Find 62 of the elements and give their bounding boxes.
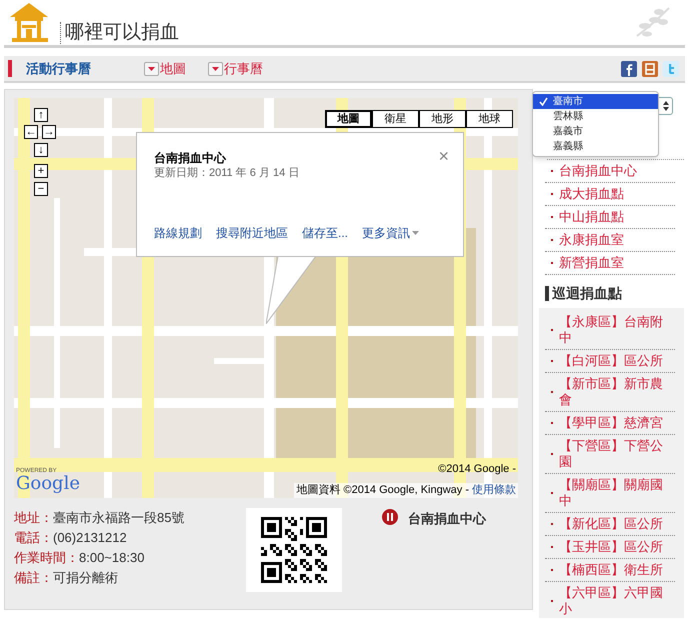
detail-line: 備註：可捐分離術 — [14, 569, 119, 587]
info-action-link[interactable]: 儲存至... — [302, 224, 348, 242]
map-type-button[interactable]: 衛星 — [372, 110, 419, 128]
site-link[interactable]: 【玉井區】區公所 — [545, 536, 675, 559]
info-action-link[interactable]: 路線規劃 — [154, 224, 202, 242]
map-pan-button[interactable]: ↑ — [34, 108, 48, 122]
place-name: 台南捐血中心 — [408, 510, 486, 528]
twitter-icon[interactable] — [663, 60, 679, 76]
map-type-button[interactable]: 地球 — [466, 110, 513, 128]
map-pan-button[interactable]: ← — [24, 125, 38, 139]
site-link[interactable]: 永康捐血室 — [545, 229, 675, 252]
qr-code-drawing — [261, 517, 327, 583]
map-attribution: 地圖資料 ©2014 Google, Kingway - — [296, 483, 469, 498]
site-link[interactable]: 【楠西區】衛生所 — [545, 559, 675, 582]
nav-link[interactable]: 地圖 — [144, 58, 186, 78]
section-marker — [8, 60, 12, 77]
nav-link[interactable]: 行事曆 — [208, 58, 263, 78]
map-copyright: ©2014 Google - — [438, 463, 516, 476]
dropdown-icon — [144, 62, 159, 76]
terms-link[interactable]: 使用條款 — [472, 483, 516, 498]
map-pan-button[interactable]: − — [34, 182, 48, 196]
info-title: 台南捐血中心 — [154, 151, 226, 166]
dropdown-icon — [208, 62, 223, 76]
detail-line: 電話：(06)2131212 — [14, 529, 128, 547]
map-pan-button[interactable]: + — [34, 164, 48, 178]
house-logo-icon — [8, 1, 50, 43]
page-title: 哪裡可以捐血 — [60, 22, 179, 44]
site-link[interactable]: 【新化區】區公所 — [545, 513, 675, 536]
update-date: 更新日期：2011 年 6 月 14 日 — [154, 166, 300, 180]
heading-marker — [545, 286, 549, 301]
caret-icon — [412, 231, 420, 235]
site-link[interactable]: 【六甲區】六甲國小 — [545, 582, 675, 619]
detail-line: 作業時間：8:00~18:30 — [14, 549, 146, 567]
map-type-button[interactable]: 地形 — [419, 110, 466, 128]
map-pan-button[interactable]: ↓ — [34, 143, 48, 157]
site-link[interactable]: 【關廟區】關廟國中 — [545, 474, 675, 513]
site-link[interactable]: 【學甲區】慈濟宮 — [545, 412, 675, 435]
site-link[interactable]: 【新市區】新市農會 — [545, 373, 675, 412]
detail-line: 地址：臺南市永福路一段85號 — [14, 509, 186, 527]
section-label: 活動行事曆 — [26, 60, 92, 78]
plurk-icon[interactable] — [642, 60, 658, 76]
site-link[interactable]: 【永康區】台南附中 — [545, 311, 675, 350]
site-link[interactable]: 【白河區】區公所 — [545, 350, 675, 373]
site-link[interactable]: 中山捐血點 — [545, 206, 675, 229]
city-option[interactable]: 臺南市 — [533, 94, 658, 109]
site-link[interactable]: 台南捐血中心 — [545, 160, 675, 183]
info-action-link[interactable]: 搜尋附近地區 — [216, 224, 288, 242]
google-logo: Google — [16, 474, 80, 494]
site-link[interactable]: 新營捐血室 — [545, 252, 675, 275]
check-icon — [538, 96, 548, 106]
map-type-button[interactable]: 地圖 — [325, 110, 372, 128]
info-action-link[interactable]: 更多資訊 — [362, 224, 420, 242]
map-pan-button[interactable]: → — [42, 125, 56, 139]
city-option[interactable]: 嘉義縣 — [533, 139, 658, 154]
select-arrows-icon — [663, 101, 669, 111]
section-heading: 巡迴捐血點 — [552, 284, 622, 303]
site-link[interactable]: 【下營區】下營公園 — [545, 435, 675, 474]
close-button[interactable]: × — [438, 147, 449, 165]
city-option[interactable]: 雲林縣 — [533, 109, 658, 124]
site-link[interactable]: 成大捐血點 — [545, 183, 675, 206]
city-option[interactable]: 嘉義市 — [533, 124, 658, 139]
facebook-icon[interactable] — [621, 60, 637, 76]
